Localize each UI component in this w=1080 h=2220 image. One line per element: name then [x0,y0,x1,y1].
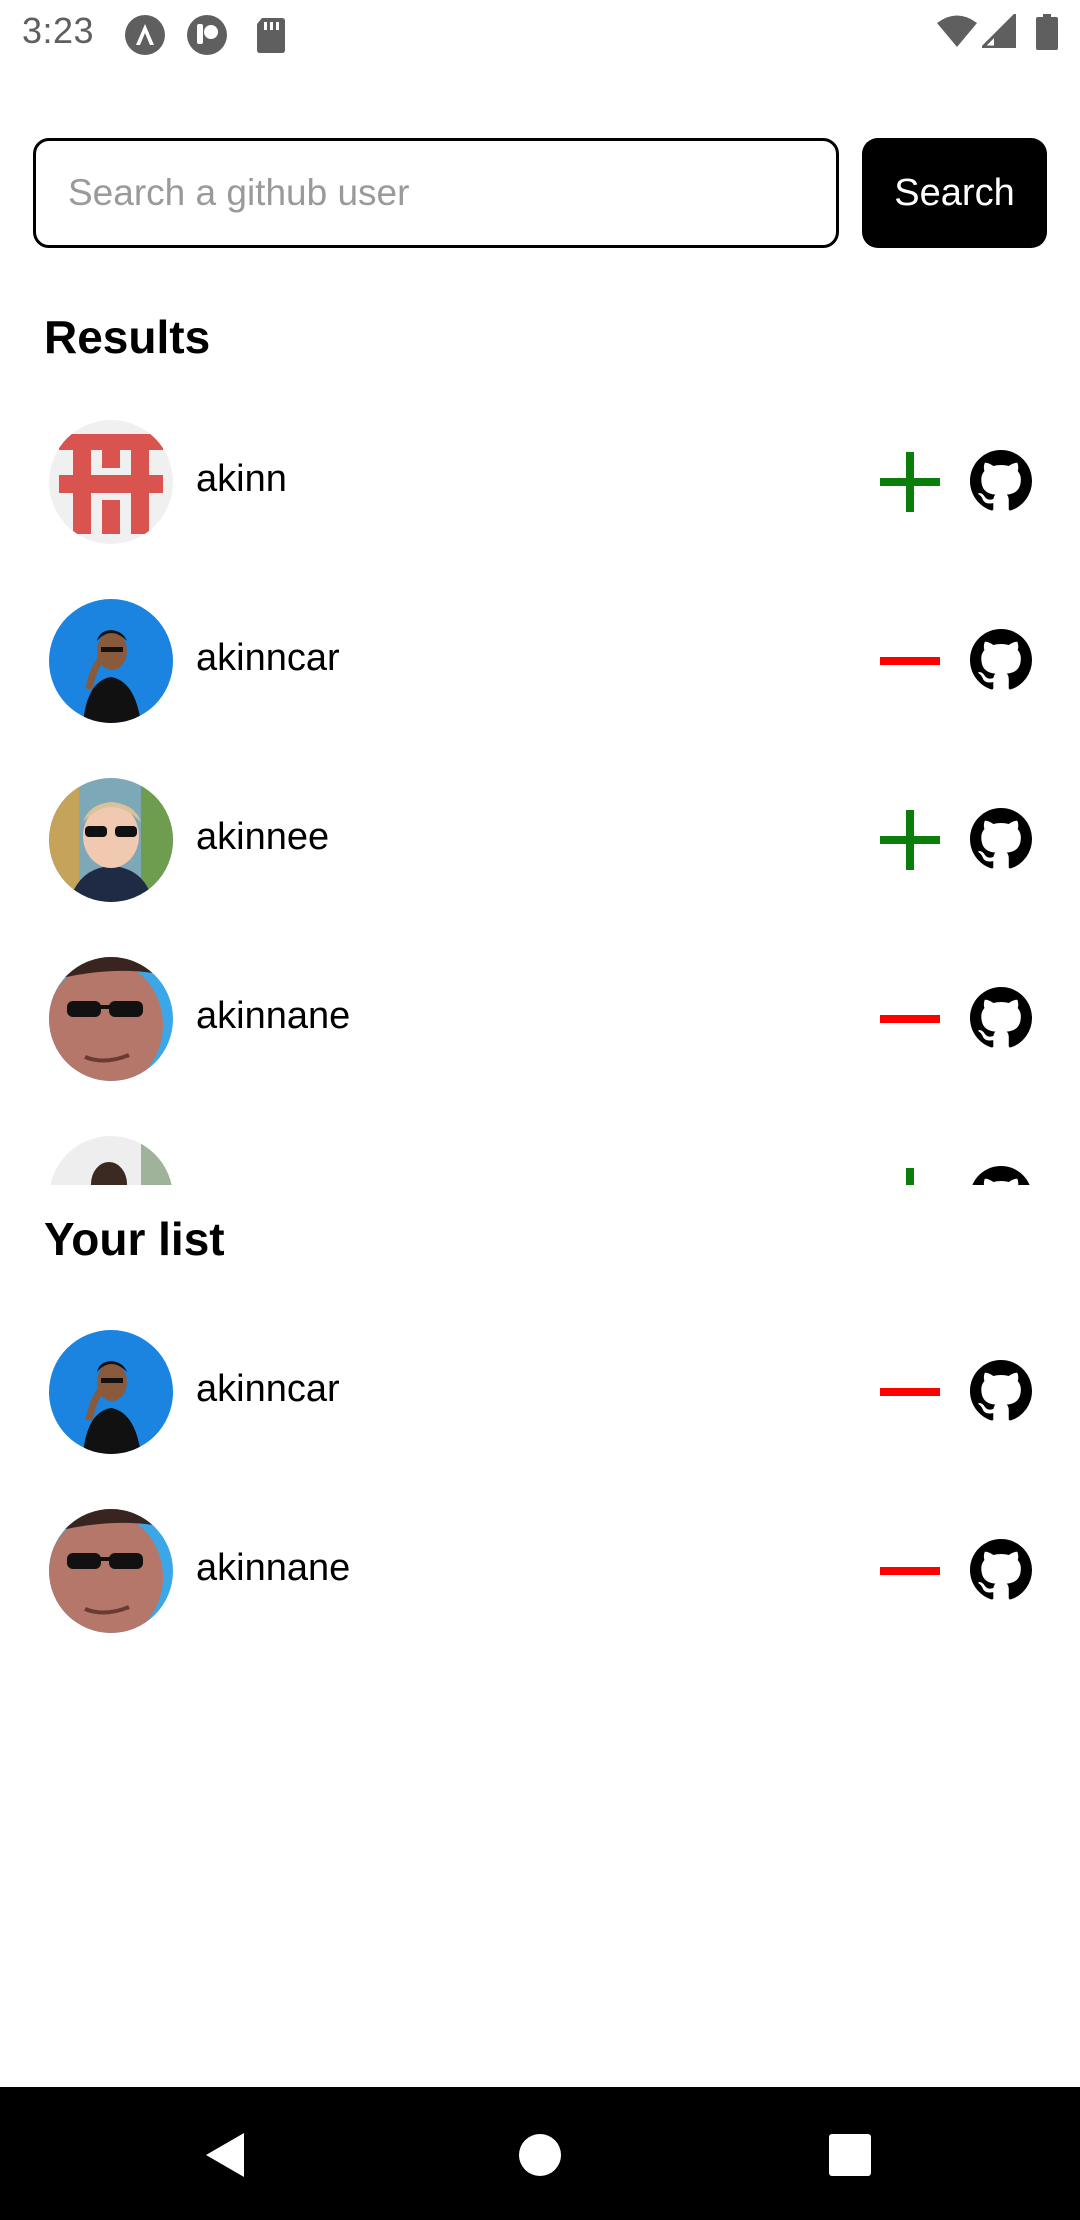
remove-user-icon[interactable] [880,1362,944,1422]
add-user-icon[interactable] [880,1168,944,1185]
wifi-icon [937,15,977,47]
search-input[interactable] [33,138,839,248]
avatar [49,420,173,544]
android-auto-icon [125,15,165,55]
github-icon[interactable] [970,1360,1032,1422]
add-user-icon[interactable] [880,810,944,870]
status-bar: 3:23 [0,0,1080,66]
github-icon[interactable] [970,1539,1032,1601]
remove-user-icon[interactable] [880,631,944,691]
avatar [49,1136,173,1185]
your-list-title: Your list [44,1213,225,1265]
username-label: akinn [196,458,287,500]
results-list[interactable]: akinn akinncar akinnee akinnane [0,400,1080,1185]
user-row: akinncar [0,1310,1080,1489]
your-list: akinncar akinnane [0,1310,1080,1710]
username-label: akinncar [196,1368,340,1410]
github-icon[interactable] [970,629,1032,691]
sd-card-icon [257,18,285,53]
avatar [49,1509,173,1633]
username-label: akinnee [196,816,330,858]
avatar [49,1330,173,1454]
username-label: akinncar [196,637,340,679]
avatar [49,599,173,723]
user-row [0,1116,1080,1185]
results-title: Results [44,311,211,363]
navigation-bar [0,2087,1080,2220]
avatar [49,778,173,902]
app-notification-icon [187,15,227,55]
github-icon[interactable] [970,450,1032,512]
user-row: akinnane [0,1489,1080,1668]
github-icon[interactable] [970,987,1032,1049]
github-icon[interactable] [970,808,1032,870]
user-row: akinn [0,400,1080,579]
recents-icon[interactable] [820,2125,880,2185]
github-icon[interactable] [970,1166,1032,1185]
user-row: akinncar [0,579,1080,758]
back-icon[interactable] [196,2125,256,2185]
avatar [49,957,173,1081]
remove-user-icon[interactable] [880,1541,944,1601]
remove-user-icon[interactable] [880,989,944,1049]
add-user-icon[interactable] [880,452,944,512]
search-button[interactable]: Search [862,138,1047,248]
username-label: akinnane [196,1547,351,1589]
user-row: akinnee [0,758,1080,937]
home-icon[interactable] [510,2125,570,2185]
battery-icon [1036,14,1058,50]
username-label: akinnane [196,995,351,1037]
user-row: akinnane [0,937,1080,1116]
signal-icon [982,14,1016,48]
status-time: 3:23 [22,10,95,51]
